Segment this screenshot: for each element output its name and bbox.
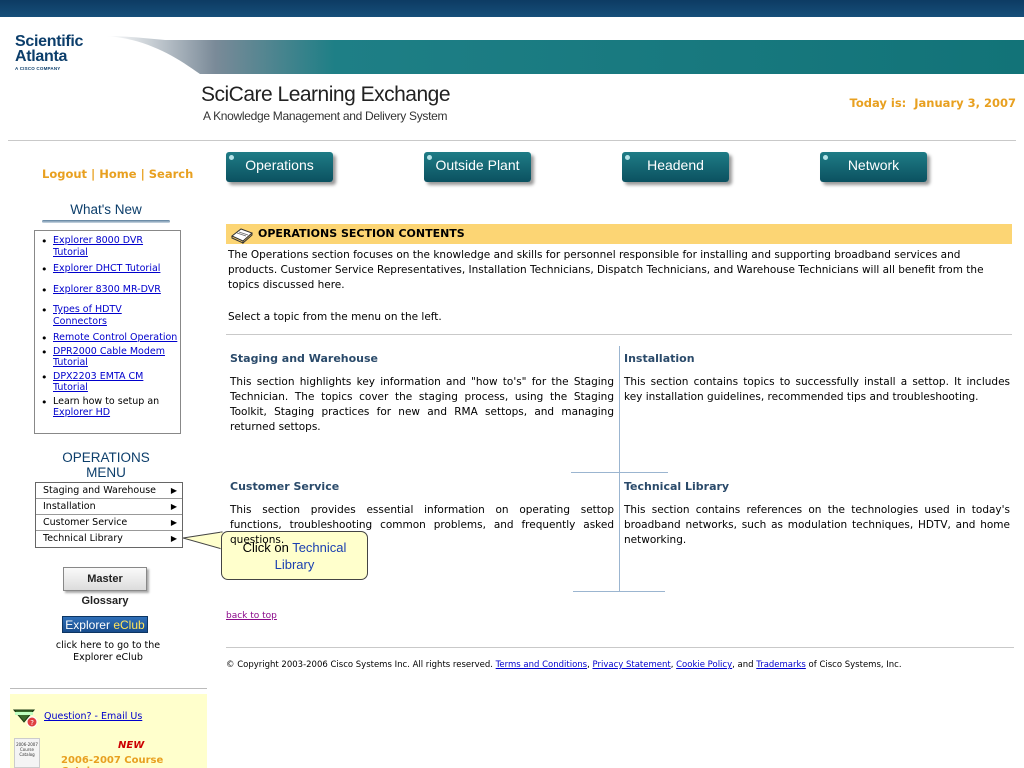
copyright-text: © Copyright 2003-2006 Cisco Systems Inc.… [226,660,496,670]
callout-pointer [183,531,223,550]
list-item: Explorer 8000 DVR Tutorial [39,235,178,258]
scientific-atlanta-logo[interactable]: Scientific Atlanta A CISCO COMPANY [15,34,83,72]
sidebar-promo-panel: ? Question? - Email Us 2006-2007 Course … [10,694,207,768]
list-item: Learn how to setup anExplorer HD [39,396,178,419]
topic-grid-divider-vertical [619,346,620,592]
whats-new-link[interactable]: Explorer 8300 MR-DVR [53,284,161,295]
footer-and: , and [732,660,757,670]
new-badge: NEW [118,740,145,751]
link-separator: | [140,167,145,181]
ops-menu-item-customer-service[interactable]: Customer Service ▶ [36,515,182,531]
whats-new-link[interactable]: Types of HDTV Connectors [53,304,122,327]
app-title: SciCare Learning Exchange [201,83,451,106]
cookie-policy-link[interactable]: Cookie Policy [676,660,732,670]
list-item: Explorer DHCT Tutorial [39,263,178,275]
topic-desc-customer-service: This section provides essential informat… [230,504,614,546]
whats-new-link[interactable]: DPX2203 EMTA CM Tutorial [53,371,143,394]
nav-network-button[interactable]: Network [820,152,927,182]
book-icon [231,228,253,244]
list-item: Remote Control Operation [39,332,178,344]
select-topic-text: Select a topic from the menu on the left… [228,311,442,323]
ops-menu-label: Customer Service [43,517,128,528]
top-links: Logout | Home | Search [42,167,193,181]
list-item: Explorer 8300 MR-DVR [39,284,178,296]
topic-title-staging[interactable]: Staging and Warehouse [230,352,378,365]
footer-suffix: of Cisco Systems, Inc. [805,660,902,670]
email-icon[interactable]: ? [12,704,40,730]
link-separator: | [91,167,96,181]
triangle-right-icon: ▶ [170,534,177,543]
nav-headend-button[interactable]: Headend [622,152,729,182]
svg-text:?: ? [30,719,34,727]
ops-menu-label: Technical Library [43,533,123,544]
sidebar-divider [10,688,207,689]
whats-new-heading: What's New [42,202,170,223]
topic-desc-staging: This section highlights key information … [230,376,614,433]
whats-new-prefix: Learn how to setup an [53,395,160,407]
topic-grid-divider-horizontal [571,472,668,473]
topic-title-installation[interactable]: Installation [624,352,695,365]
whats-new-link[interactable]: Remote Control Operation [53,332,177,343]
ops-menu-label: Installation [43,501,96,512]
course-catalog-thumbnail[interactable]: 2006-2007 Course Catalog [14,738,40,768]
topic-title-customer-service[interactable]: Customer Service [230,480,339,493]
topic-title-technical-library[interactable]: Technical Library [624,480,729,493]
today-value: January 3, 2007 [914,96,1016,110]
topic-desc-installation: This section contains topics to successf… [624,376,1010,403]
topic-desc-technical-library: This section contains references on the … [624,504,1010,546]
footer-divider [226,647,1014,648]
trademarks-link[interactable]: Trademarks [756,660,806,670]
section-contents-header: OPERATIONS SECTION CONTENTS [226,224,1012,244]
ops-menu-item-installation[interactable]: Installation ▶ [36,499,182,515]
ops-menu-label: Staging and Warehouse [43,485,157,496]
master-glossary-button[interactable]: Master Glossary [63,567,147,607]
logout-link[interactable]: Logout [42,167,87,181]
eclub-caption[interactable]: click here to go to the Explorer eClub [46,640,170,664]
terms-link[interactable]: Terms and Conditions [496,660,587,670]
section-contents-title: OPERATIONS SECTION CONTENTS [258,227,465,240]
nav-outside-plant-button[interactable]: Outside Plant [424,152,531,182]
intro-paragraph: The Operations section focuses on the kn… [228,249,984,291]
ops-menu-item-technical-library[interactable]: Technical Library ▶ [36,531,182,547]
whats-new-link[interactable]: Explorer DHCT Tutorial [53,263,160,274]
triangle-right-icon: ▶ [170,486,177,495]
operations-menu: Staging and Warehouse ▶ Installation ▶ Cus… [35,482,183,548]
privacy-link[interactable]: Privacy Statement [593,660,671,670]
top-banner-bar [0,0,1024,17]
course-catalog-link[interactable]: 2006-2007 Course Catalog [61,755,207,768]
nav-operations-button[interactable]: Operations [226,152,333,182]
whats-new-list: Explorer 8000 DVR Tutorial Explorer DHCT… [34,230,181,434]
operations-menu-heading: OPERATIONS MENU [42,450,170,486]
header-divider [8,140,1016,141]
content-divider [226,334,1012,335]
topic-grid-divider-horizontal [573,591,665,592]
triangle-right-icon: ▶ [170,502,177,511]
logo-line-3: A CISCO COMPANY [15,66,61,71]
today-date: Today is: January 3, 2007 [850,96,1016,110]
explorer-eclub-badge[interactable]: Explorer eClub [62,616,148,633]
whats-new-link[interactable]: Explorer 8000 DVR Tutorial [53,235,143,258]
search-link[interactable]: Search [149,167,194,181]
question-email-link[interactable]: Question? - Email Us [44,711,142,722]
list-item: Types of HDTV Connectors [39,304,178,327]
whats-new-link[interactable]: DPR2000 Cable Modem Tutorial [53,346,165,369]
triangle-right-icon: ▶ [170,518,177,527]
eclub-badge-accent: eClub [113,618,145,632]
home-link[interactable]: Home [99,167,136,181]
app-subtitle: A Knowledge Management and Delivery Syst… [203,109,448,123]
ops-menu-item-staging[interactable]: Staging and Warehouse ▶ [36,483,182,499]
today-label: Today is: [849,96,907,110]
eclub-badge-main: Explorer [65,618,114,632]
whats-new-link[interactable]: Explorer HD [53,407,110,418]
copyright-footer: © Copyright 2003-2006 Cisco Systems Inc.… [226,660,902,670]
logo-line-2: Atlanta [15,48,68,65]
list-item: DPR2000 Cable Modem Tutorial [39,346,178,369]
back-to-top-link[interactable]: back to top [226,611,277,621]
header-swoosh-graphic [105,36,1024,74]
list-item: DPX2203 EMTA CM Tutorial [39,371,178,394]
